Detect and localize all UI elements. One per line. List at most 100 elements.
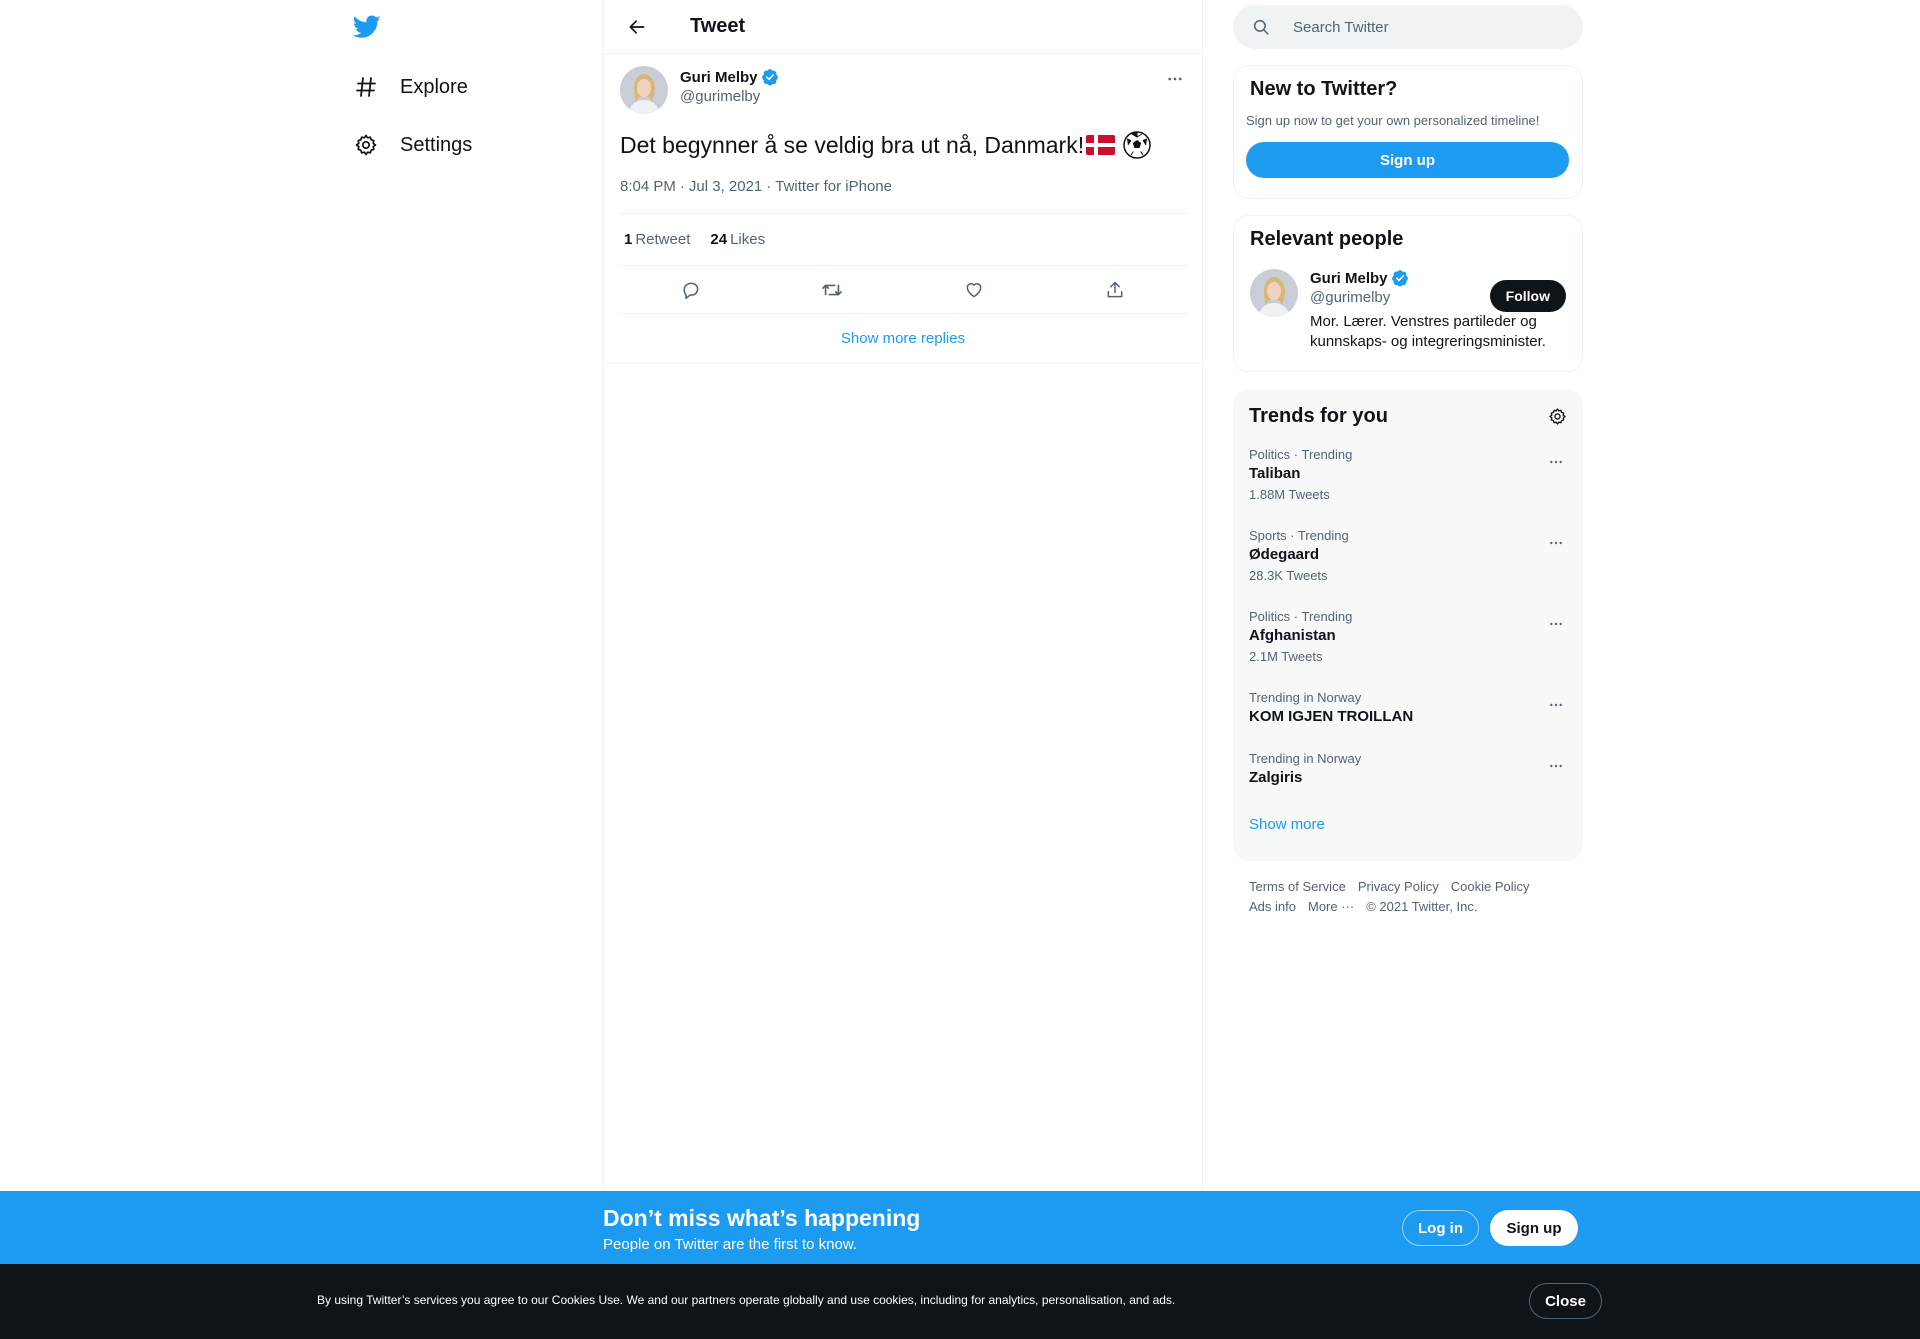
trend-count: 2.1M Tweets	[1249, 649, 1323, 664]
search-bar[interactable]	[1233, 5, 1583, 49]
trend-context: Sports · Trending	[1249, 528, 1349, 543]
tweet-time[interactable]: 8:04 PM	[620, 178, 676, 195]
trend-name: Afghanistan	[1249, 627, 1336, 644]
footer-more-link[interactable]: More ···	[1308, 897, 1354, 917]
trend-item[interactable]: Sports · Trending Ødegaard 28.3K Tweets	[1233, 528, 1583, 583]
avatar[interactable]	[1250, 269, 1298, 317]
show-more-replies[interactable]: Show more replies	[604, 314, 1202, 364]
tweet-header: Guri Melby @gurimelby	[620, 66, 1186, 118]
nav-item-settings[interactable]: Settings	[340, 120, 484, 170]
nav-item-explore[interactable]: Explore	[340, 62, 480, 112]
trends-settings-gear-icon[interactable]	[1547, 406, 1567, 426]
new-to-twitter-title: New to Twitter?	[1250, 78, 1398, 100]
footer-privacy-link[interactable]: Privacy Policy	[1358, 877, 1439, 897]
verified-badge-icon	[761, 69, 778, 86]
sidebar-signup-button[interactable]: Sign up	[1246, 142, 1569, 178]
reply-icon	[683, 282, 699, 299]
more-horizontal-icon[interactable]	[1545, 694, 1567, 716]
meta-separator: ·	[766, 177, 772, 195]
more-horizontal-icon[interactable]	[1545, 532, 1567, 554]
verified-badge-icon	[1391, 270, 1408, 287]
gear-icon	[352, 131, 380, 159]
tweet-more-button[interactable]	[1158, 62, 1192, 96]
trend-item[interactable]: Politics · Trending Afghanistan 2.1M Twe…	[1233, 609, 1583, 664]
more-horizontal-icon[interactable]	[1545, 613, 1567, 635]
like-count: 24	[710, 231, 728, 248]
tweet-source[interactable]: Twitter for iPhone	[775, 178, 892, 195]
page-title: Tweet	[690, 15, 746, 37]
author-handle[interactable]: @gurimelby	[680, 88, 779, 105]
like-stat[interactable]: 24 Likes	[710, 231, 765, 248]
tweet-author: Guri Melby @gurimelby	[680, 68, 779, 105]
heart-icon	[966, 282, 982, 297]
tweet-timestamp: 8:04 PM · Jul 3, 2021 · Twitter for iPho…	[620, 176, 1186, 196]
footer-terms-link[interactable]: Terms of Service	[1249, 877, 1346, 897]
author-name[interactable]: Guri Melby	[680, 69, 758, 86]
trend-context: Politics · Trending	[1249, 447, 1353, 462]
tweet-text: Det begynner å se veldig bra ut nå, Danm…	[620, 130, 1186, 160]
sidebar-footer: Terms of Service Privacy Policy Cookie Pol…	[1249, 877, 1579, 917]
cookie-notice-text: By using Twitter’s services you agree to…	[317, 1293, 1176, 1307]
tweet-date[interactable]: Jul 3, 2021	[689, 178, 762, 195]
meta-separator: ·	[679, 177, 685, 195]
tweet-actions	[620, 266, 1186, 314]
tweet-stats: 1 Retweet 24 Likes	[620, 213, 1186, 266]
denmark-flag-icon	[1086, 135, 1116, 155]
follow-button[interactable]: Follow	[1489, 280, 1566, 312]
search-input[interactable]	[1293, 18, 1553, 36]
nav-label-explore: Explore	[400, 75, 468, 98]
trend-context: Trending in Norway	[1249, 690, 1362, 705]
footer-ads-link[interactable]: Ads info	[1249, 897, 1296, 917]
search-icon	[1251, 17, 1271, 37]
trend-item[interactable]: Trending in Norway KOM IGJEN TROILLAN	[1233, 690, 1583, 725]
new-to-twitter-subtitle: Sign up now to get your own personalized…	[1246, 113, 1540, 128]
trend-context: Trending in Norway	[1249, 751, 1362, 766]
more-horizontal-icon	[1168, 77, 1182, 81]
reply-button[interactable]	[674, 273, 708, 307]
more-horizontal-icon[interactable]	[1545, 451, 1567, 473]
trend-item[interactable]: Trending in Norway Zalgiris	[1233, 751, 1583, 786]
person-bio: Mor. Lærer. Venstres partileder og kunns…	[1310, 313, 1546, 350]
trend-name: Ødegaard	[1249, 546, 1320, 563]
twitter-logo-icon[interactable]	[350, 10, 384, 44]
footer-copyright: © 2021 Twitter, Inc.	[1366, 899, 1478, 914]
back-button[interactable]	[620, 10, 654, 44]
new-to-twitter-card: New to Twitter? Sign up now to get your …	[1233, 65, 1583, 199]
tweet-text-content: Det begynner å se veldig bra ut nå, Danm…	[620, 132, 1085, 158]
retweet-count: 1	[624, 231, 633, 248]
cookie-banner: By using Twitter’s services you agree to…	[0, 1264, 1920, 1339]
avatar[interactable]	[620, 66, 668, 114]
like-button[interactable]	[957, 273, 991, 307]
retweet-stat[interactable]: 1 Retweet	[624, 231, 690, 248]
arrow-left-icon	[629, 19, 645, 34]
trend-item[interactable]: Politics · Trending Taliban 1.88M Tweets	[1233, 447, 1583, 502]
retweet-label: Retweet	[635, 231, 691, 248]
login-banner-subtitle: People on Twitter are the first to know.	[603, 1236, 858, 1253]
trend-count: 1.88M Tweets	[1249, 487, 1330, 502]
retweet-icon	[822, 284, 843, 295]
trends-title: Trends for you	[1249, 404, 1388, 427]
relevant-people-title: Relevant people	[1250, 228, 1404, 250]
footer-cookie-link[interactable]: Cookie Policy	[1451, 877, 1530, 897]
share-icon	[1107, 281, 1123, 297]
trends-show-more[interactable]: Show more	[1233, 816, 1583, 833]
more-horizontal-icon[interactable]	[1545, 755, 1567, 777]
login-button[interactable]: Log in	[1402, 1210, 1479, 1246]
trend-name: KOM IGJEN TROILLAN	[1249, 708, 1414, 725]
person-name[interactable]: Guri Melby	[1310, 270, 1388, 287]
trend-name: Taliban	[1249, 465, 1301, 482]
relevant-people-card: Relevant people Guri Melby @gurimelby Mo…	[1233, 215, 1583, 372]
share-button[interactable]	[1098, 273, 1132, 307]
trends-header: Trends for you	[1233, 401, 1583, 431]
like-label: Likes	[730, 231, 766, 248]
trend-count: 28.3K Tweets	[1249, 568, 1328, 583]
retweet-button[interactable]	[815, 273, 849, 307]
main-column: Tweet Guri Melby @gurimelby Det begynner…	[603, 0, 1203, 1339]
nav-label-settings: Settings	[400, 133, 473, 156]
cookie-close-button[interactable]: Close	[1529, 1283, 1602, 1319]
trends-card: Trends for you Politics · Trending Talib…	[1233, 389, 1583, 861]
banner-signup-button[interactable]: Sign up	[1490, 1210, 1578, 1246]
soccer-ball-icon	[1123, 131, 1151, 159]
trend-name: Zalgiris	[1249, 769, 1303, 786]
login-banner: Don’t miss what’s happening People on Tw…	[0, 1191, 1920, 1264]
